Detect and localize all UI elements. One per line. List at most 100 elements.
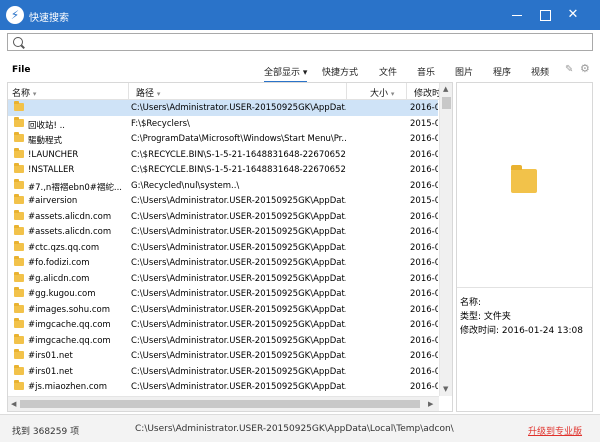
search-input[interactable] — [28, 35, 588, 49]
table-row[interactable]: 回收站! .. F:\$Recyclers\ 2015-07 — [8, 116, 438, 132]
file-menu[interactable]: File — [12, 65, 30, 75]
tab-shortcuts[interactable]: 快捷方式 — [322, 65, 358, 78]
table-row[interactable]: #assets.alicdn.com C:\Users\Administrator… — [8, 209, 438, 225]
preview-modified: 修改时间: 2016-01-24 13:08 — [460, 326, 583, 336]
gear-icon[interactable]: ⚙ — [580, 63, 590, 74]
maximize-button[interactable] — [534, 0, 556, 30]
status-bar: 找到 368259 项 C:\Users\Administrator.USER-… — [0, 414, 600, 442]
close-button[interactable]: ✕ — [562, 0, 584, 30]
row-name: 回收站! .. — [28, 120, 66, 131]
row-name: #images.sohu.com — [28, 304, 110, 315]
row-modified: 2016-02 — [410, 149, 438, 160]
scroll-up-icon[interactable]: ▲ — [443, 85, 448, 93]
folder-icon — [14, 147, 24, 158]
row-modified: 2016-01 — [410, 103, 438, 113]
row-path: C:\Users\Administrator.USER-20150925GK\A… — [131, 242, 346, 253]
row-modified: 2016-02 — [410, 165, 438, 175]
tab-music[interactable]: 音乐 — [417, 65, 435, 78]
horizontal-scrollbar[interactable]: ◀ ▶ — [8, 396, 439, 411]
row-modified: 2016-04 — [410, 366, 438, 377]
row-name: #imgcache.qq.com — [28, 335, 111, 346]
preview-name: 名称: — [460, 298, 482, 308]
row-path: C:\Users\Administrator.USER-20150925GK\A… — [131, 335, 346, 346]
row-name: #js.miaozhen.com — [28, 382, 107, 392]
column-size-header[interactable]: 大小 ▾ — [370, 86, 394, 99]
column-modified-header[interactable]: 修改时 — [414, 86, 441, 99]
minimize-button[interactable] — [506, 0, 528, 30]
tab-all[interactable]: 全部显示 ▾ — [264, 65, 308, 83]
scroll-thumb[interactable] — [442, 97, 451, 109]
table-row[interactable]: #irs01.net C:\Users\Administrator.USER-20… — [8, 348, 438, 364]
title-bar: ⚡ 快速搜索 ✕ — [0, 0, 600, 30]
scroll-down-icon[interactable]: ▼ — [443, 385, 448, 393]
table-row[interactable]: #g.alicdn.com C:\Users\Administrator.USER… — [8, 271, 438, 287]
row-modified: 2016-03 — [410, 242, 438, 253]
row-name: #gg.kugou.com — [28, 289, 96, 299]
row-path: F:\$Recyclers\ — [131, 118, 190, 129]
table-row[interactable]: #images.sohu.com C:\Users\Administrator.U… — [8, 302, 438, 318]
row-name: #ctc.qzs.qq.com — [28, 242, 100, 253]
folder-icon — [14, 240, 24, 251]
tab-pictures[interactable]: 图片 — [455, 65, 473, 78]
table-row[interactable]: #ctc.qzs.qq.com C:\Users\Administrator.US… — [8, 240, 438, 256]
table-row[interactable]: #irs01.net C:\Users\Administrator.USER-20… — [8, 364, 438, 380]
row-path: C:\Users\Administrator.USER-20150925GK\A… — [131, 103, 346, 113]
column-divider[interactable] — [128, 83, 129, 100]
row-modified: 2016-04 — [410, 304, 438, 315]
table-row[interactable]: #gg.kugou.com C:\Users\Administrator.USER… — [8, 286, 438, 302]
row-path: C:\Users\Administrator.USER-20150925GK\A… — [131, 258, 346, 268]
row-modified: 2016-04 — [410, 258, 438, 268]
filter-bar: File 全部显示 ▾ 快捷方式 文件 音乐 图片 程序 视频 ✎ ⚙ — [0, 58, 600, 83]
row-modified: 2016-03 — [410, 180, 438, 191]
table-row[interactable]: C:\Users\Administrator.USER-20150925GK\A… — [8, 100, 438, 116]
tab-videos[interactable]: 视频 — [531, 65, 549, 78]
row-modified: 2016-04 — [410, 211, 438, 222]
column-divider[interactable] — [406, 83, 407, 100]
table-row[interactable]: #imgcache.qq.com C:\Users\Administrator.U… — [8, 317, 438, 333]
row-path: C:\Users\Administrator.USER-20150925GK\A… — [131, 320, 346, 330]
column-name-header[interactable]: 名称 ▾ — [12, 86, 36, 99]
row-path: C:\Users\Administrator.USER-20150925GK\A… — [131, 366, 346, 377]
row-modified: 2016-04 — [410, 351, 438, 361]
vertical-scrollbar[interactable]: ▲ ▼ — [439, 83, 452, 396]
folder-icon — [14, 364, 24, 375]
row-path: C:\Users\Administrator.USER-20150925GK\A… — [131, 382, 346, 392]
folder-icon — [14, 271, 24, 282]
folder-icon — [14, 209, 24, 220]
scroll-right-icon[interactable]: ▶ — [428, 400, 433, 408]
folder-icon — [14, 333, 24, 344]
scroll-thumb[interactable] — [20, 400, 420, 408]
tab-files[interactable]: 文件 — [379, 65, 397, 78]
folder-icon — [14, 178, 24, 189]
row-modified: 2015-07 — [410, 118, 438, 129]
row-modified: 2016-04 — [410, 335, 438, 346]
table-row[interactable]: !NSTALLER C:\$RECYCLE.BIN\S-1-5-21-164883… — [8, 162, 438, 178]
table-row[interactable]: !LAUNCHER C:\$RECYCLE.BIN\S-1-5-21-164883… — [8, 147, 438, 163]
table-row[interactable]: 驅動程式 C:\ProgramData\Microsoft\Windows\Sta… — [8, 131, 438, 147]
table-row[interactable]: #imgcache.qq.com C:\Users\Administrator.U… — [8, 333, 438, 349]
scroll-left-icon[interactable]: ◀ — [11, 400, 16, 408]
column-path-header[interactable]: 路径 ▾ — [136, 86, 160, 99]
table-row[interactable]: #7.,n褶褶ebn0#褶紽... G:\Recycled\nul\system.… — [8, 178, 438, 194]
tab-programs[interactable]: 程序 — [493, 65, 511, 78]
preview-image-area — [457, 83, 592, 288]
edit-icon[interactable]: ✎ — [565, 65, 575, 75]
row-name: #7.,n褶褶ebn0#褶紽... — [28, 182, 122, 193]
row-name: #irs01.net — [28, 351, 73, 361]
upgrade-link[interactable]: 升级到专业版 — [528, 424, 582, 437]
folder-icon — [14, 163, 24, 173]
folder-icon — [14, 349, 24, 359]
table-row[interactable]: #js.miaozhen.com C:\Users\Administrator.U… — [8, 379, 438, 395]
row-modified: 2016-04 — [410, 320, 438, 330]
folder-icon — [14, 302, 24, 313]
row-path: C:\ProgramData\Microsoft\Windows\Start M… — [131, 134, 346, 144]
search-box[interactable] — [7, 33, 593, 51]
table-row[interactable]: #assets.alicdn.com C:\Users\Administrator… — [8, 224, 438, 240]
row-path: C:\Users\Administrator.USER-20150925GK\A… — [131, 196, 346, 206]
column-divider[interactable] — [346, 83, 347, 100]
list-header: 名称 ▾ 路径 ▾ 大小 ▾ 修改时 — [8, 83, 452, 100]
row-name: #airversion — [28, 196, 78, 206]
row-modified: 2016-04 — [410, 227, 438, 237]
table-row[interactable]: #fo.fodizi.com C:\Users\Administrator.USE… — [8, 255, 438, 271]
table-row[interactable]: #airversion C:\Users\Administrator.USER-2… — [8, 193, 438, 209]
